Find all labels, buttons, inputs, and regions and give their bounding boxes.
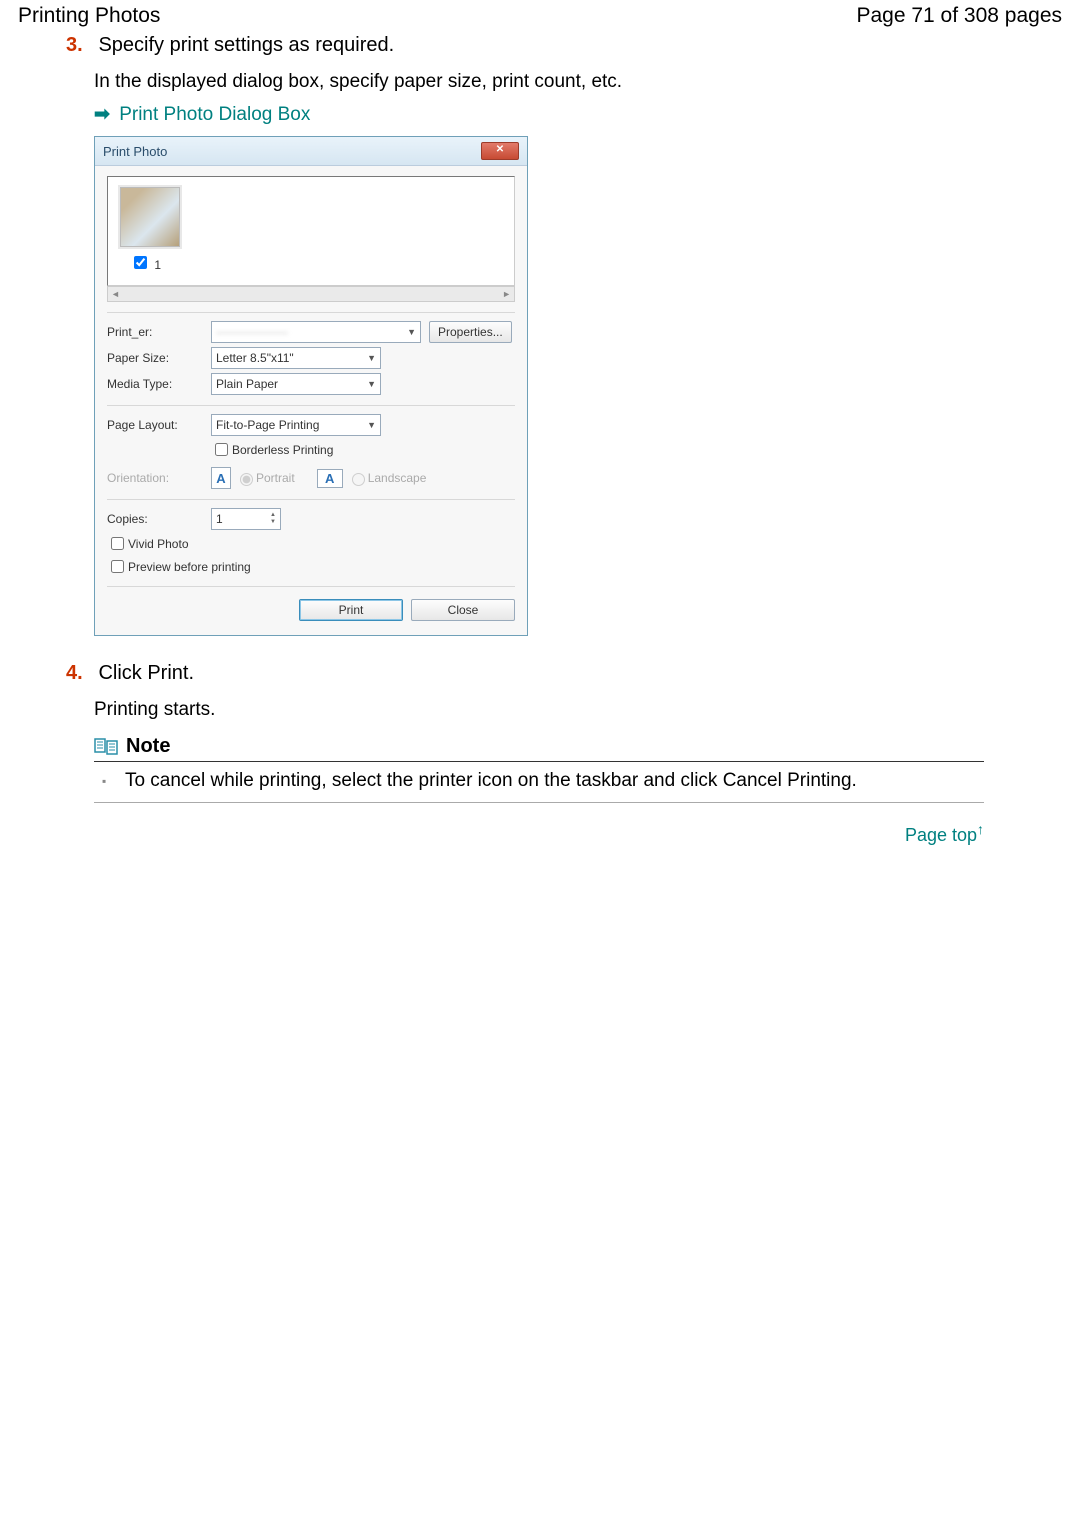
- scroll-left-icon[interactable]: ◄: [111, 289, 120, 299]
- note-title: Note: [126, 735, 170, 758]
- note-icon: [94, 737, 120, 757]
- thumbnail-area: 1: [107, 176, 515, 286]
- bullet-icon: ▪: [102, 774, 120, 788]
- borderless-label: Borderless Printing: [232, 443, 333, 457]
- landscape-icon: A: [317, 469, 343, 488]
- arrow-up-icon: ↑: [977, 821, 984, 837]
- page-title: Printing Photos: [18, 4, 160, 28]
- media-type-label: Media Type:: [107, 377, 211, 391]
- photo-thumbnail[interactable]: [120, 187, 180, 247]
- orientation-label: Orientation:: [107, 471, 211, 485]
- copies-label: Copies:: [107, 512, 211, 526]
- step-3-title: Specify print settings as required.: [98, 34, 394, 56]
- landscape-label: Landscape: [368, 471, 427, 485]
- close-button[interactable]: Close: [411, 599, 515, 621]
- page-number: Page 71 of 308 pages: [856, 4, 1062, 28]
- spin-down-icon[interactable]: ▼: [270, 519, 276, 526]
- thumbnail-checkbox[interactable]: [134, 256, 147, 269]
- borderless-checkbox[interactable]: [215, 443, 228, 456]
- thumbnail-scrollbar[interactable]: ◄ ►: [107, 286, 515, 302]
- copies-spinner[interactable]: 1 ▲ ▼: [211, 508, 281, 530]
- paper-size-select[interactable]: Letter 8.5"x11" ▼: [211, 347, 381, 369]
- step-4-title: Click Print.: [98, 662, 194, 684]
- page-top-link[interactable]: Page top: [905, 825, 977, 845]
- print-photo-dialog-link[interactable]: Print Photo Dialog Box: [119, 104, 310, 125]
- step-3-subtext: In the displayed dialog box, specify pap…: [94, 71, 1020, 93]
- dialog-title: Print Photo: [103, 144, 167, 159]
- page-layout-select[interactable]: Fit-to-Page Printing ▼: [211, 414, 381, 436]
- arrow-right-icon: ➡: [94, 104, 110, 125]
- copies-value: 1: [216, 512, 223, 526]
- print-button[interactable]: Print: [299, 599, 403, 621]
- chevron-down-icon: ▼: [367, 379, 376, 389]
- media-type-value: Plain Paper: [216, 377, 278, 391]
- thumbnail-index: 1: [154, 258, 161, 272]
- chevron-down-icon: ▼: [407, 327, 416, 337]
- portrait-radio: [240, 473, 253, 486]
- landscape-radio: [352, 473, 365, 486]
- step-4-subtext: Printing starts.: [94, 699, 1020, 721]
- preview-checkbox[interactable]: [111, 560, 124, 573]
- portrait-label: Portrait: [256, 471, 295, 485]
- paper-size-label: Paper Size:: [107, 351, 211, 365]
- page-layout-value: Fit-to-Page Printing: [216, 418, 319, 432]
- vivid-photo-label: Vivid Photo: [128, 537, 189, 551]
- page-layout-label: Page Layout:: [107, 418, 211, 432]
- note-text: To cancel while printing, select the pri…: [125, 770, 857, 791]
- close-icon[interactable]: ✕: [481, 142, 519, 160]
- spin-up-icon[interactable]: ▲: [270, 512, 276, 519]
- scroll-right-icon[interactable]: ►: [502, 289, 511, 299]
- step-4-number: 4.: [66, 662, 94, 685]
- chevron-down-icon: ▼: [367, 420, 376, 430]
- vivid-photo-checkbox[interactable]: [111, 537, 124, 550]
- print-photo-dialog: Print Photo ✕ 1 ◄ ► Print_er: ——————▼: [94, 136, 528, 636]
- printer-label: Print_er:: [107, 325, 211, 339]
- properties-button[interactable]: Properties...: [429, 321, 512, 343]
- media-type-select[interactable]: Plain Paper ▼: [211, 373, 381, 395]
- printer-select[interactable]: ——————▼: [211, 321, 421, 343]
- chevron-down-icon: ▼: [367, 353, 376, 363]
- preview-label: Preview before printing: [128, 560, 251, 574]
- portrait-icon: A: [211, 467, 231, 489]
- paper-size-value: Letter 8.5"x11": [216, 351, 294, 365]
- step-3-number: 3.: [66, 34, 94, 57]
